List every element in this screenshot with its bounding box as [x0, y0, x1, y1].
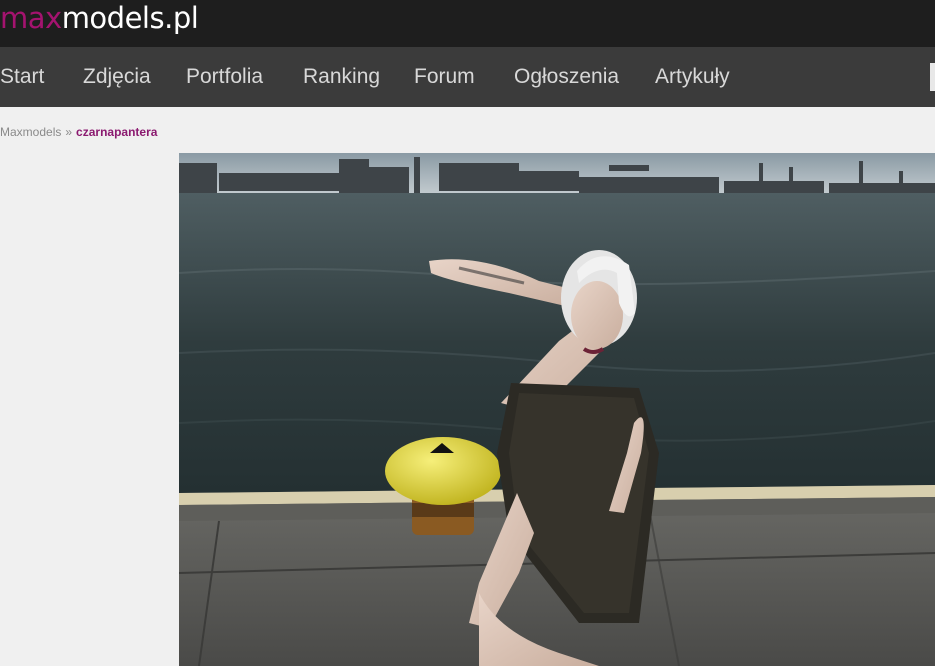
nav-item-start[interactable]: Start	[0, 47, 44, 107]
nav-item-portfolia[interactable]: Portfolia	[186, 47, 263, 107]
nav-item-ogloszenia[interactable]: Ogłoszenia	[514, 47, 619, 107]
nav-item-ranking[interactable]: Ranking	[303, 47, 380, 107]
main-navigation: Start Zdjęcia Portfolia Ranking Forum Og…	[0, 47, 935, 107]
nav-edge-tab	[930, 63, 935, 91]
breadcrumb: Maxmodels » czarnapantera	[0, 124, 157, 140]
nav-item-forum[interactable]: Forum	[414, 47, 475, 107]
nav-item-artykuly[interactable]: Artykuły	[655, 47, 730, 107]
site-logo[interactable]: maxmodels.pl	[0, 0, 199, 36]
photo-image[interactable]	[179, 153, 935, 666]
logo-main-text: models.pl	[61, 1, 199, 35]
breadcrumb-separator: »	[65, 125, 73, 139]
breadcrumb-current-user[interactable]: czarnapantera	[76, 125, 157, 139]
site-header: maxmodels.pl	[0, 0, 935, 47]
logo-accent-text: max	[0, 1, 62, 35]
breadcrumb-home-link[interactable]: Maxmodels	[0, 125, 61, 139]
nav-item-zdjecia[interactable]: Zdjęcia	[83, 47, 151, 107]
